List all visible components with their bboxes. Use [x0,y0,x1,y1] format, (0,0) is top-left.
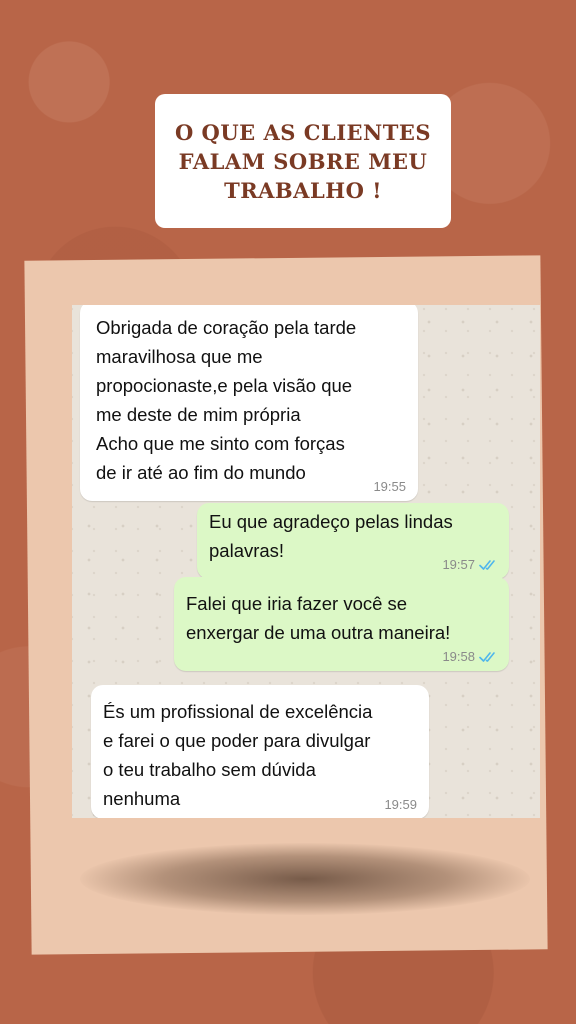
title-card: O QUE AS CLIENTES FALAM SOBRE MEU TRABAL… [155,94,451,228]
chat-screenshot: Obrigada de coração pela tarde maravilho… [72,305,540,818]
page-title: O QUE AS CLIENTES FALAM SOBRE MEU TRABAL… [174,119,432,203]
outgoing-message-bubble: Eu que agradeço pelas lindas palavras! 1… [197,503,509,579]
frame-drop-shadow [80,843,530,915]
message-time: 19:57 [442,557,475,572]
message-meta: 19:57 [442,557,497,573]
message-text: Falei que iria fazer você se enxergar de… [186,593,451,643]
message-time: 19:59 [384,797,417,812]
message-text: És um profissional de excelência e farei… [103,701,373,809]
message-meta: 19:58 [442,649,497,665]
message-time: 19:55 [373,479,406,494]
double-check-read-icon [479,560,495,570]
message-text: Obrigada de coração pela tarde maravilho… [96,317,357,483]
incoming-message-bubble: És um profissional de excelência e farei… [91,685,429,818]
message-meta: 19:59 [384,797,417,813]
incoming-message-bubble: Obrigada de coração pela tarde maravilho… [80,305,418,501]
message-time: 19:58 [442,649,475,664]
message-meta: 19:55 [373,479,406,495]
outgoing-message-bubble: Falei que iria fazer você se enxergar de… [174,577,509,671]
double-check-read-icon [479,652,495,662]
